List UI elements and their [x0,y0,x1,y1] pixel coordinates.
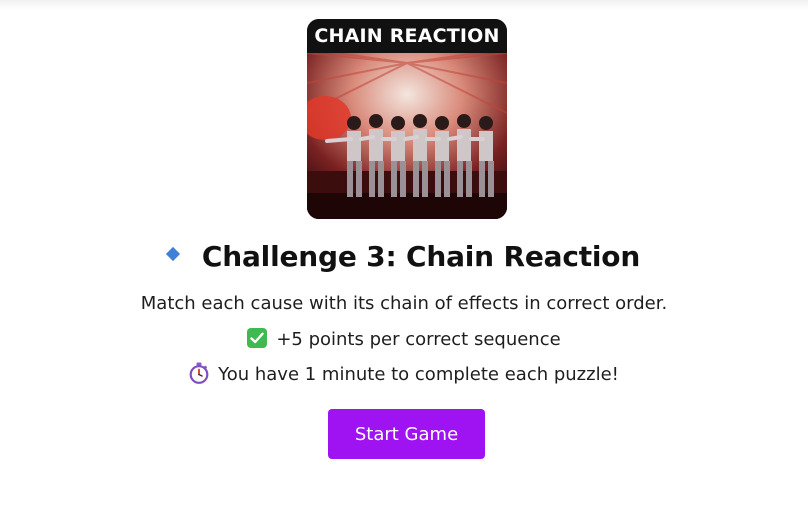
challenge-description: Match each cause with its chain of effec… [140,293,668,314]
challenge-title: Challenge 3: Chain Reaction [201,240,641,273]
points-text: +5 points per correct sequence [276,329,561,350]
challenge-card: CHAIN REACTION Challenge 3: Chain Reacti… [0,0,808,521]
timer-info: You have 1 minute to complete each puzzl… [0,362,808,386]
start-game-button[interactable]: Start Game [328,409,485,459]
blue-diamond-icon [165,246,180,261]
challenge-thumbnail: CHAIN REACTION [307,19,507,219]
timer-text: You have 1 minute to complete each puzzl… [218,364,619,385]
points-info: +5 points per correct sequence [0,328,808,350]
thumbnail-banner: CHAIN REACTION [307,19,507,53]
dancers-scene-image [307,53,507,219]
check-mark-icon [247,328,268,348]
challenge-title-row: Challenge 3: Chain Reaction [0,240,808,284]
stopwatch-icon [189,362,209,384]
